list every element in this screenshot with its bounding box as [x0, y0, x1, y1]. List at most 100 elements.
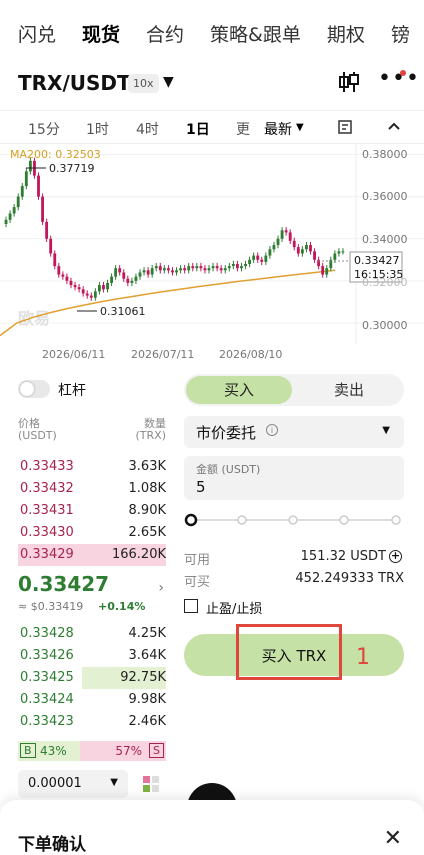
tf-4h[interactable]: 4时	[136, 119, 159, 139]
candle-body	[288, 232, 292, 241]
candle-body	[28, 160, 32, 172]
sell-tab[interactable]: 卖出	[296, 376, 402, 404]
tf-1d[interactable]: 1日	[186, 119, 210, 139]
candle-body	[24, 171, 28, 187]
leverage-switch[interactable]	[18, 380, 50, 398]
ask-qty: 1.08K	[128, 481, 166, 496]
ask-row[interactable]: 0.33432 1.08K	[18, 478, 166, 500]
candle-body	[81, 289, 85, 294]
order-confirm-sheet: 下单确认 ✕	[0, 800, 424, 855]
buy-sell-ratio: B 43% 57% S	[18, 741, 166, 761]
tab-convert[interactable]: 闪兑	[18, 20, 56, 47]
bid-row[interactable]: 0.33424 9.98K	[18, 689, 166, 711]
tf-15m[interactable]: 15分	[28, 119, 60, 139]
tab-futures[interactable]: 合约	[146, 20, 184, 47]
order-type-value: 市价委托	[196, 424, 257, 442]
amount-slider[interactable]	[184, 510, 404, 530]
candle-body	[207, 268, 211, 271]
buy-ratio-value: 43%	[40, 744, 67, 758]
bid-row[interactable]: 0.33425 92.75K	[18, 667, 166, 689]
candle-body	[93, 291, 97, 298]
candle-body	[256, 255, 260, 260]
candle-body	[227, 266, 231, 269]
candle-body	[122, 272, 126, 279]
pair-name[interactable]: TRX/USDT	[18, 71, 131, 95]
tf-1h[interactable]: 1时	[86, 119, 109, 139]
candle-body	[4, 219, 8, 224]
indicator-settings-icon[interactable]	[337, 119, 353, 135]
candle-body	[41, 196, 44, 222]
candle-body	[146, 270, 150, 275]
candle-body	[236, 264, 239, 269]
info-icon[interactable]: i	[266, 424, 278, 436]
bid-row[interactable]: 0.33428 4.25K	[18, 623, 166, 645]
sell-ratio-value: 57%	[115, 744, 142, 758]
price-chart[interactable]: 欧易 MA200: 0.32503 0.37719 0.31061 0.3342…	[0, 144, 424, 370]
tpsl-checkbox[interactable]	[184, 599, 198, 613]
high-label: 0.37719	[49, 162, 95, 175]
tab-more[interactable]: 镑	[391, 20, 410, 47]
order-type-caret-icon: ▼	[382, 425, 390, 436]
candle-body	[305, 245, 308, 250]
bid-price: 0.33428	[20, 626, 74, 641]
candle-body	[57, 266, 61, 275]
bid-row[interactable]: 0.33426 3.64K	[18, 645, 166, 667]
notification-dot	[400, 70, 406, 76]
ma200-line	[0, 269, 336, 337]
chevron-right-icon[interactable]: ›	[158, 580, 164, 596]
available-row: 可用 151.32 USDT +	[184, 549, 404, 568]
candle-body	[8, 213, 12, 220]
tab-strategy-copy[interactable]: 策略&跟单	[210, 20, 301, 47]
slider-handle[interactable]	[184, 513, 198, 527]
candlestick-chart-icon[interactable]	[338, 70, 360, 94]
y-tick: 0.30000	[362, 319, 408, 332]
candle-body	[296, 247, 300, 254]
tab-options[interactable]: 期权	[327, 20, 365, 47]
candle-body	[211, 266, 215, 269]
candle-body	[244, 264, 247, 267]
tf-latest[interactable]: 最新	[264, 119, 292, 139]
buy-ratio-badge: B	[20, 743, 36, 758]
more-options-icon[interactable]: •••	[378, 66, 420, 91]
candle-body	[85, 293, 89, 296]
buy-tab[interactable]: 买入	[186, 376, 292, 404]
ask-price: 0.33429	[20, 547, 74, 562]
ask-qty: 166.20K	[111, 547, 166, 562]
pair-header: TRX/USDT 10x ▼ •••	[0, 66, 424, 106]
bid-qty: 4.25K	[128, 626, 166, 641]
candle-body	[142, 270, 146, 273]
y-tick: 0.38000	[362, 148, 408, 161]
ask-row[interactable]: 0.33433 3.63K	[18, 456, 166, 478]
candle-body	[292, 240, 296, 248]
tab-spot[interactable]: 现货	[82, 20, 120, 47]
order-type-select[interactable]: 市价委托 i ▼	[184, 416, 404, 448]
annotation-number: 1	[356, 645, 370, 670]
category-tabs: 闪兑 现货 合约 策略&跟单 期权 镑	[0, 0, 424, 66]
collapse-chart-icon[interactable]	[387, 121, 401, 131]
orderbook-layout-icon[interactable]	[140, 773, 162, 795]
timeframe-bar: 15分 1时 4时 1日 更 最新 ▼	[0, 110, 424, 144]
can-buy-row: 可买 452.249333 TRX	[184, 571, 404, 590]
sell-ratio-badge: S	[149, 743, 164, 758]
candle-body	[77, 287, 81, 290]
ob-qty-unit: (TRX)	[135, 429, 166, 442]
tf-latest-caret-icon[interactable]: ▼	[296, 122, 304, 133]
ask-row[interactable]: 0.33430 2.65K	[18, 522, 166, 544]
candle-body	[191, 266, 195, 269]
y-tick: 0.34000	[362, 233, 408, 246]
precision-select[interactable]: 0.00001 ▼	[18, 770, 128, 798]
ask-row[interactable]: 0.33429 166.20K	[18, 544, 166, 566]
bid-row[interactable]: 0.33423 2.46K	[18, 711, 166, 733]
ask-price: 0.33433	[20, 459, 74, 474]
amount-input[interactable]: 金额 (USDT) 5	[184, 456, 404, 500]
candle-body	[154, 266, 158, 269]
close-icon[interactable]: ✕	[384, 826, 402, 851]
candle-body	[126, 278, 130, 283]
tf-more[interactable]: 更	[236, 119, 250, 139]
y-tick: 0.32000	[362, 276, 408, 289]
ask-row[interactable]: 0.33431 8.90K	[18, 500, 166, 522]
x-tick: 2026/06/11	[42, 348, 105, 361]
amount-value: 5	[196, 478, 206, 496]
add-funds-icon[interactable]: +	[389, 550, 402, 563]
pair-dropdown-icon[interactable]: ▼	[163, 74, 174, 90]
